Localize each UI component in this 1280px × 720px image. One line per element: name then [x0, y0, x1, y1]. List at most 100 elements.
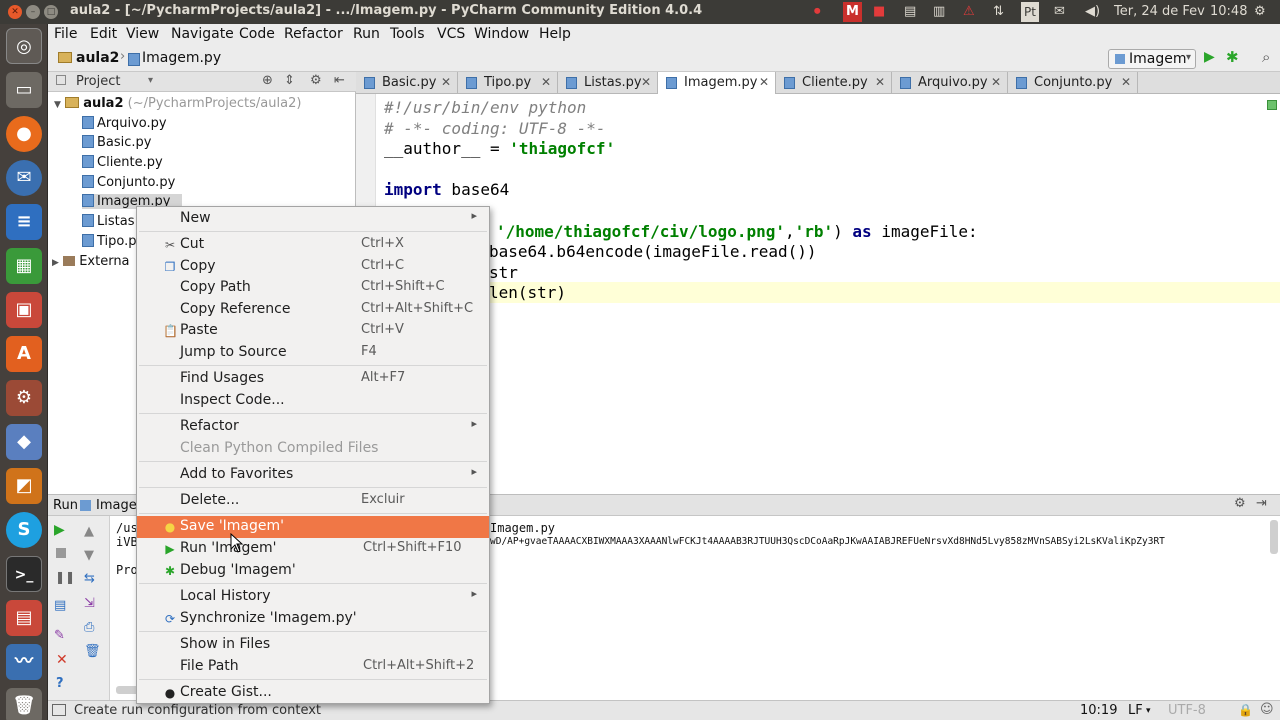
menu-item-paste[interactable]: 📋 Paste Ctrl+V: [137, 320, 489, 342]
tab-basic[interactable]: Basic.py ✕: [356, 72, 458, 94]
calc-icon[interactable]: ▦: [6, 248, 42, 284]
line-separator[interactable]: LF: [1128, 703, 1143, 718]
indicator-record-icon[interactable]: ⏺: [814, 2, 821, 22]
export-icon[interactable]: ⇲: [84, 596, 95, 611]
firefox-icon[interactable]: ●: [6, 116, 42, 152]
menu-item-file-path[interactable]: File Path Ctrl+Alt+Shift+2: [137, 656, 489, 678]
code-line[interactable]: #!/usr/bin/env python: [384, 98, 586, 117]
tree-file[interactable]: Arquivo.py: [82, 116, 167, 131]
menu-window[interactable]: Window: [474, 26, 529, 42]
code-line[interactable]: import base64: [384, 180, 509, 199]
warning-icon[interactable]: ⚠: [963, 2, 975, 22]
system-monitor-icon[interactable]: 〰: [6, 644, 42, 680]
code-line[interactable]: # -*- coding: UTF-8 -*-: [384, 119, 606, 138]
tab-listas[interactable]: Listas.py ✕: [558, 72, 658, 94]
tree-file[interactable]: Tipo.p: [82, 234, 137, 249]
skype-icon[interactable]: S: [6, 512, 42, 548]
rerun-icon[interactable]: ▶: [54, 522, 65, 538]
pause-icon[interactable]: ❚❚: [55, 570, 75, 584]
pin-icon[interactable]: ✎: [54, 628, 65, 643]
tab-tipo[interactable]: Tipo.py ✕: [458, 72, 558, 94]
menu-item-debug[interactable]: ✱ Debug 'Imagem': [137, 560, 489, 582]
menu-item-refactor[interactable]: Refactor ▸: [137, 416, 489, 438]
code-editor[interactable]: #!/usr/bin/env python # -*- coding: UTF-…: [356, 94, 1280, 494]
gear-icon[interactable]: ⚙: [1234, 496, 1246, 511]
tab-conjunto[interactable]: Conjunto.py ✕: [1008, 72, 1138, 94]
tree-external-libraries[interactable]: ▶ Externa: [52, 254, 130, 269]
close-window-icon[interactable]: ✕: [8, 5, 22, 19]
debug-bug-icon[interactable]: ✱: [1226, 48, 1239, 66]
close-icon[interactable]: ✕: [991, 72, 1001, 93]
tree-file[interactable]: Cliente.py: [82, 155, 163, 170]
code-line[interactable]: str: [489, 263, 518, 282]
run-config-select[interactable]: Imagem ▾: [1108, 49, 1196, 69]
settings-icon[interactable]: ⚙: [6, 380, 42, 416]
search-everywhere-icon[interactable]: ⌕: [1262, 48, 1270, 66]
close-icon[interactable]: ✕: [759, 72, 769, 93]
menu-navigate[interactable]: Navigate: [171, 26, 234, 42]
console-line[interactable]: Pro: [116, 563, 138, 577]
close-icon[interactable]: ✕: [441, 72, 451, 93]
breadcrumb-project[interactable]: aula2: [76, 50, 119, 66]
toggle-tool-windows-icon[interactable]: [52, 704, 66, 716]
menu-vcs[interactable]: VCS: [437, 26, 465, 42]
inspector-icon[interactable]: ☺: [1260, 702, 1274, 717]
console-line[interactable]: iVB: [116, 535, 138, 549]
software-center-icon[interactable]: A: [6, 336, 42, 372]
collapse-all-icon[interactable]: ⇕: [284, 73, 295, 88]
menu-item-new[interactable]: New ▸: [137, 208, 489, 230]
keyboard-layout-indicator[interactable]: Pt: [1021, 2, 1039, 22]
writer-icon[interactable]: ≡: [6, 204, 42, 240]
breadcrumb-file[interactable]: Imagem.py: [142, 50, 221, 66]
tree-file[interactable]: Basic.py: [82, 135, 152, 150]
trash-icon[interactable]: 🗑: [6, 688, 42, 720]
tab-cliente[interactable]: Cliente.py ✕: [776, 72, 892, 94]
menu-item-show-in-files[interactable]: Show in Files: [137, 634, 489, 656]
close-icon[interactable]: ✕: [56, 652, 68, 668]
menu-item-copy[interactable]: ❐ Copy Ctrl+C: [137, 256, 489, 278]
camera-icon[interactable]: ■: [873, 2, 885, 22]
menu-item-clean-python[interactable]: Clean Python Compiled Files: [137, 438, 489, 460]
help-icon[interactable]: ?: [56, 676, 64, 691]
time-label[interactable]: 10:48: [1210, 2, 1247, 22]
terminal-icon[interactable]: >_: [6, 556, 42, 592]
run-icon[interactable]: ▶: [1204, 49, 1215, 65]
soft-wrap-icon[interactable]: ⇆: [84, 571, 95, 586]
menu-item-copy-reference[interactable]: Copy Reference Ctrl+Alt+Shift+C: [137, 299, 489, 321]
menu-item-save[interactable]: ● Save 'Imagem': [137, 516, 489, 538]
hide-panel-icon[interactable]: ⇤: [334, 73, 345, 88]
project-panel-title[interactable]: Project: [76, 74, 120, 89]
menu-item-create-gist[interactable]: ● Create Gist...: [137, 682, 489, 704]
hide-panel-icon[interactable]: ⇥: [1256, 496, 1267, 511]
close-icon[interactable]: ✕: [541, 72, 551, 93]
menu-item-find-usages[interactable]: Find Usages Alt+F7: [137, 368, 489, 390]
maximize-window-icon[interactable]: □: [44, 5, 58, 19]
file-encoding[interactable]: UTF-8: [1168, 703, 1206, 718]
code-line[interactable]: len(str): [489, 283, 566, 302]
scroll-up-icon[interactable]: ▲: [84, 524, 94, 539]
print-icon[interactable]: ⎙: [84, 620, 94, 635]
app-red-icon[interactable]: ▤: [6, 600, 42, 636]
lock-icon[interactable]: 🔒: [1238, 703, 1253, 717]
menu-item-run[interactable]: ▶ Run 'Imagem' Ctrl+Shift+F10: [137, 538, 489, 560]
volume-icon[interactable]: ◀): [1085, 2, 1100, 22]
network-icon[interactable]: ⇅: [993, 2, 1004, 22]
date-label[interactable]: Ter, 24 de Fev: [1114, 2, 1205, 22]
menu-view[interactable]: View: [126, 26, 159, 42]
menu-help[interactable]: Help: [539, 26, 571, 42]
menu-run[interactable]: Run: [353, 26, 380, 42]
tab-imagem[interactable]: Imagem.py ✕: [658, 72, 776, 95]
close-icon[interactable]: ✕: [1121, 72, 1131, 93]
menu-item-synchronize[interactable]: ⟳ Synchronize 'Imagem.py': [137, 608, 489, 630]
console-line[interactable]: /us: [116, 521, 138, 535]
run-panel-title[interactable]: Run: [53, 498, 78, 513]
code-line[interactable]: base64.b64encode(imageFile.read()): [489, 242, 817, 261]
menu-item-cut[interactable]: ✂ Cut Ctrl+X: [137, 234, 489, 256]
console-line[interactable]: wD/AP+gvaeTAAAACXBIWXMAAA3XAAANlwFCKJt4A…: [490, 536, 1165, 547]
impress-icon[interactable]: ▣: [6, 292, 42, 328]
pycharm-icon[interactable]: ◩: [6, 468, 42, 504]
tree-file[interactable]: Listas: [82, 214, 134, 229]
menu-tools[interactable]: Tools: [390, 26, 425, 42]
menu-file[interactable]: File: [54, 26, 77, 42]
console-line[interactable]: Imagem.py: [490, 521, 555, 535]
